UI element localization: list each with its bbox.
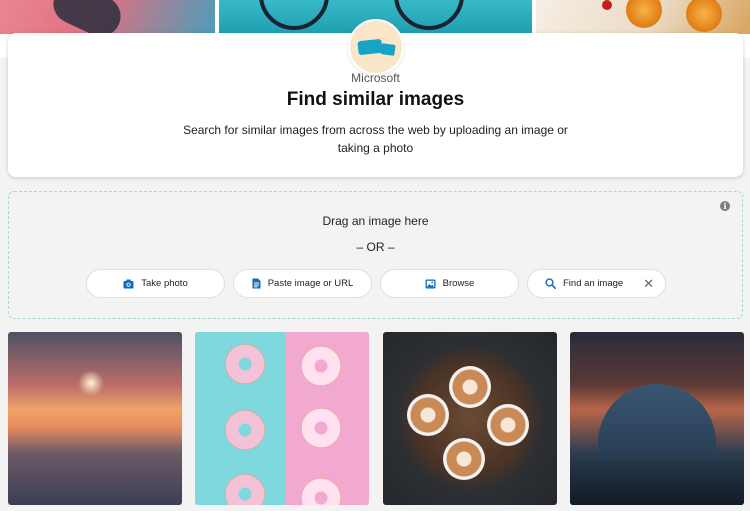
upload-actions: Take photo Paste image or URL Browse Fin… [86, 269, 671, 298]
berry [602, 0, 612, 10]
paste-image-button[interactable]: Paste image or URL [233, 269, 372, 298]
page-title: Find similar images [286, 89, 465, 110]
orange-slice [626, 0, 662, 28]
image-drop-zone[interactable]: i Drag an image here – OR – Take photo P… [8, 191, 743, 319]
page-subtitle: Search for similar images from across th… [183, 123, 568, 155]
donut [225, 410, 265, 450]
sample-image-donuts[interactable] [195, 332, 369, 505]
brand-label: Microsoft [351, 71, 400, 85]
bicycle-wheel [394, 0, 464, 30]
visual-search-logo-icon [348, 19, 404, 75]
browse-button[interactable]: Browse [380, 269, 519, 298]
donut [225, 474, 265, 505]
take-photo-label: Take photo [141, 278, 188, 289]
latte-cup [487, 404, 529, 446]
latte-cup [407, 394, 449, 436]
sample-image-gallery [8, 332, 744, 511]
close-icon[interactable]: ✕ [643, 277, 654, 290]
donut [301, 408, 341, 448]
bicycle-wheel [259, 0, 329, 30]
intro-card: Microsoft Find similar images Search for… [8, 19, 743, 177]
paste-image-label: Paste image or URL [267, 278, 354, 289]
sun [78, 370, 104, 396]
donut [301, 346, 341, 386]
drag-instruction: Drag an image here [322, 214, 429, 228]
logo-shape [380, 43, 396, 56]
find-image-input[interactable]: Find an image [563, 278, 623, 289]
search-icon [545, 278, 556, 289]
donut [301, 478, 341, 505]
sample-image-sunset[interactable] [8, 332, 182, 505]
orange-slice [686, 0, 722, 32]
image-icon [425, 279, 436, 289]
logo-shape [357, 38, 383, 56]
floor [570, 459, 744, 505]
sample-image-latte[interactable] [383, 332, 557, 505]
hero-image-right [536, 0, 750, 34]
hero-image-left [0, 0, 215, 34]
find-image-search[interactable]: Find an image ✕ [527, 269, 666, 298]
info-icon[interactable]: i [720, 201, 730, 211]
sample-image-arch[interactable] [570, 332, 744, 505]
camera-icon [123, 279, 134, 289]
latte-cup [449, 366, 491, 408]
or-divider: – OR – [356, 240, 395, 254]
document-icon [252, 278, 261, 289]
take-photo-button[interactable]: Take photo [86, 269, 225, 298]
donut [225, 344, 265, 384]
latte-cup [443, 438, 485, 480]
browse-label: Browse [442, 278, 475, 289]
